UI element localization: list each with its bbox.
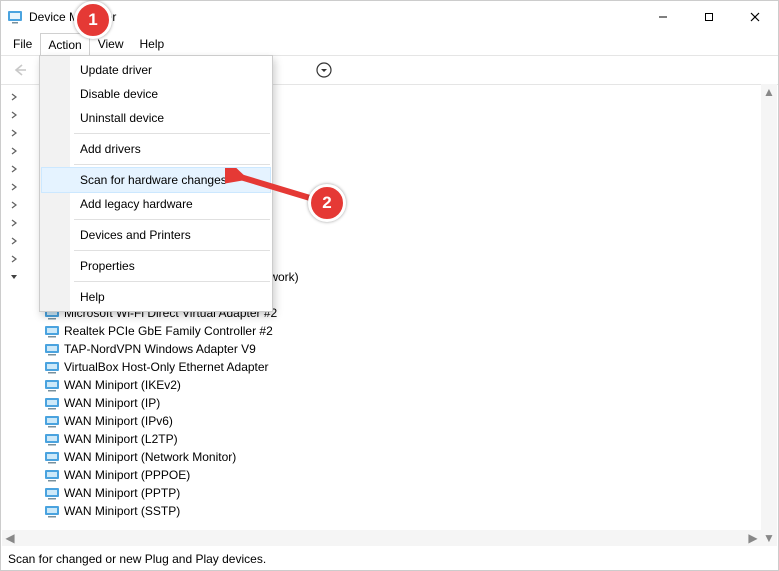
menuitem-devices-printers[interactable]: Devices and Printers (42, 223, 270, 247)
tree-item-label: WAN Miniport (SSTP) (64, 504, 180, 518)
scroll-right-icon[interactable]: ▶ (745, 530, 761, 546)
tree-item-label: WAN Miniport (IKEv2) (64, 378, 181, 392)
menuitem-disable-device[interactable]: Disable device (42, 82, 270, 106)
chevron-right-icon[interactable] (8, 181, 20, 193)
menu-separator (74, 133, 270, 134)
menu-separator (74, 281, 270, 282)
tree-item-adapter[interactable]: TAP-NordVPN Windows Adapter V9 (44, 340, 777, 358)
menu-separator (74, 164, 270, 165)
scroll-left-icon[interactable]: ◀ (2, 530, 18, 546)
tree-item-label: Realtek PCIe GbE Family Controller #2 (64, 324, 273, 338)
minimize-button[interactable] (640, 1, 686, 33)
menu-action[interactable]: Action (40, 33, 89, 56)
maximize-button[interactable] (686, 1, 732, 33)
menubar: File Action View Help (1, 33, 778, 56)
menuitem-update-driver[interactable]: Update driver (42, 58, 270, 82)
scroll-up-icon[interactable]: ▲ (761, 84, 777, 100)
menuitem-add-legacy-hardware[interactable]: Add legacy hardware (42, 192, 270, 216)
menuitem-properties[interactable]: Properties (42, 254, 270, 278)
vertical-scrollbar[interactable]: ▲ ▼ (761, 84, 777, 546)
back-button[interactable] (9, 59, 31, 81)
menu-separator (74, 219, 270, 220)
scroll-down-icon[interactable]: ▼ (761, 530, 777, 546)
tree-item-adapter[interactable]: Realtek PCIe GbE Family Controller #2 (44, 322, 777, 340)
menuitem-add-drivers[interactable]: Add drivers (42, 137, 270, 161)
chevron-right-icon[interactable] (8, 109, 20, 121)
tree-item-adapter[interactable]: WAN Miniport (IPv6) (44, 412, 777, 430)
chevron-right-icon[interactable] (8, 163, 20, 175)
toolbar-action-button[interactable] (313, 59, 335, 81)
tree-item-adapter[interactable]: WAN Miniport (IKEv2) (44, 376, 777, 394)
chevron-right-icon[interactable] (8, 91, 20, 103)
chevron-right-icon[interactable] (8, 253, 20, 265)
annotation-badge-2: 2 (308, 184, 346, 222)
menu-help[interactable]: Help (132, 33, 173, 55)
tree-item-label: WAN Miniport (PPPOE) (64, 468, 190, 482)
chevron-right-icon[interactable] (8, 199, 20, 211)
annotation-badge-1: 1 (74, 1, 112, 39)
network-adapter-icon (44, 359, 60, 375)
tree-item-adapter[interactable]: WAN Miniport (Network Monitor) (44, 448, 777, 466)
network-adapter-icon (44, 323, 60, 339)
tree-item-adapter[interactable]: VirtualBox Host-Only Ethernet Adapter (44, 358, 777, 376)
titlebar: Device Manager (1, 1, 778, 33)
tree-item-label: WAN Miniport (PPTP) (64, 486, 180, 500)
network-adapter-icon (44, 341, 60, 357)
chevron-right-icon[interactable] (8, 217, 20, 229)
tree-item-adapter[interactable]: WAN Miniport (L2TP) (44, 430, 777, 448)
menu-separator (74, 250, 270, 251)
tree-item-label: WAN Miniport (Network Monitor) (64, 450, 236, 464)
network-adapter-icon (44, 377, 60, 393)
tree-item-adapter[interactable]: WAN Miniport (IP) (44, 394, 777, 412)
network-adapter-icon (44, 449, 60, 465)
tree-item-label: WAN Miniport (IP) (64, 396, 160, 410)
statusbar: Scan for changed or new Plug and Play de… (2, 548, 777, 570)
network-adapter-icon (44, 431, 60, 447)
menuitem-uninstall-device[interactable]: Uninstall device (42, 106, 270, 130)
horizontal-scrollbar[interactable]: ◀ ▶ (2, 530, 761, 546)
tree-item-label: WAN Miniport (IPv6) (64, 414, 173, 428)
network-adapter-icon (44, 395, 60, 411)
tree-item-label: VirtualBox Host-Only Ethernet Adapter (64, 360, 269, 374)
tree-item-label: TAP-NordVPN Windows Adapter V9 (64, 342, 256, 356)
tree-item-adapter[interactable]: WAN Miniport (PPTP) (44, 484, 777, 502)
menuitem-scan-hardware-changes[interactable]: Scan for hardware changes (42, 168, 270, 192)
network-adapter-icon (44, 467, 60, 483)
close-button[interactable] (732, 1, 778, 33)
network-adapter-icon (44, 485, 60, 501)
app-icon (7, 9, 23, 25)
menu-file[interactable]: File (5, 33, 40, 55)
chevron-right-icon[interactable] (8, 127, 20, 139)
chevron-down-icon[interactable] (8, 271, 20, 283)
action-menu-dropdown: Update driver Disable device Uninstall d… (39, 55, 273, 312)
chevron-right-icon[interactable] (8, 235, 20, 247)
network-adapter-icon (44, 413, 60, 429)
chevron-right-icon[interactable] (8, 145, 20, 157)
status-text: Scan for changed or new Plug and Play de… (8, 552, 266, 566)
tree-item-adapter[interactable]: WAN Miniport (SSTP) (44, 502, 777, 520)
menuitem-help[interactable]: Help (42, 285, 270, 309)
network-adapter-icon (44, 503, 60, 519)
tree-item-label: WAN Miniport (L2TP) (64, 432, 178, 446)
device-manager-window: Device Manager File Action View Help (0, 0, 779, 571)
tree-item-adapter[interactable]: WAN Miniport (PPPOE) (44, 466, 777, 484)
